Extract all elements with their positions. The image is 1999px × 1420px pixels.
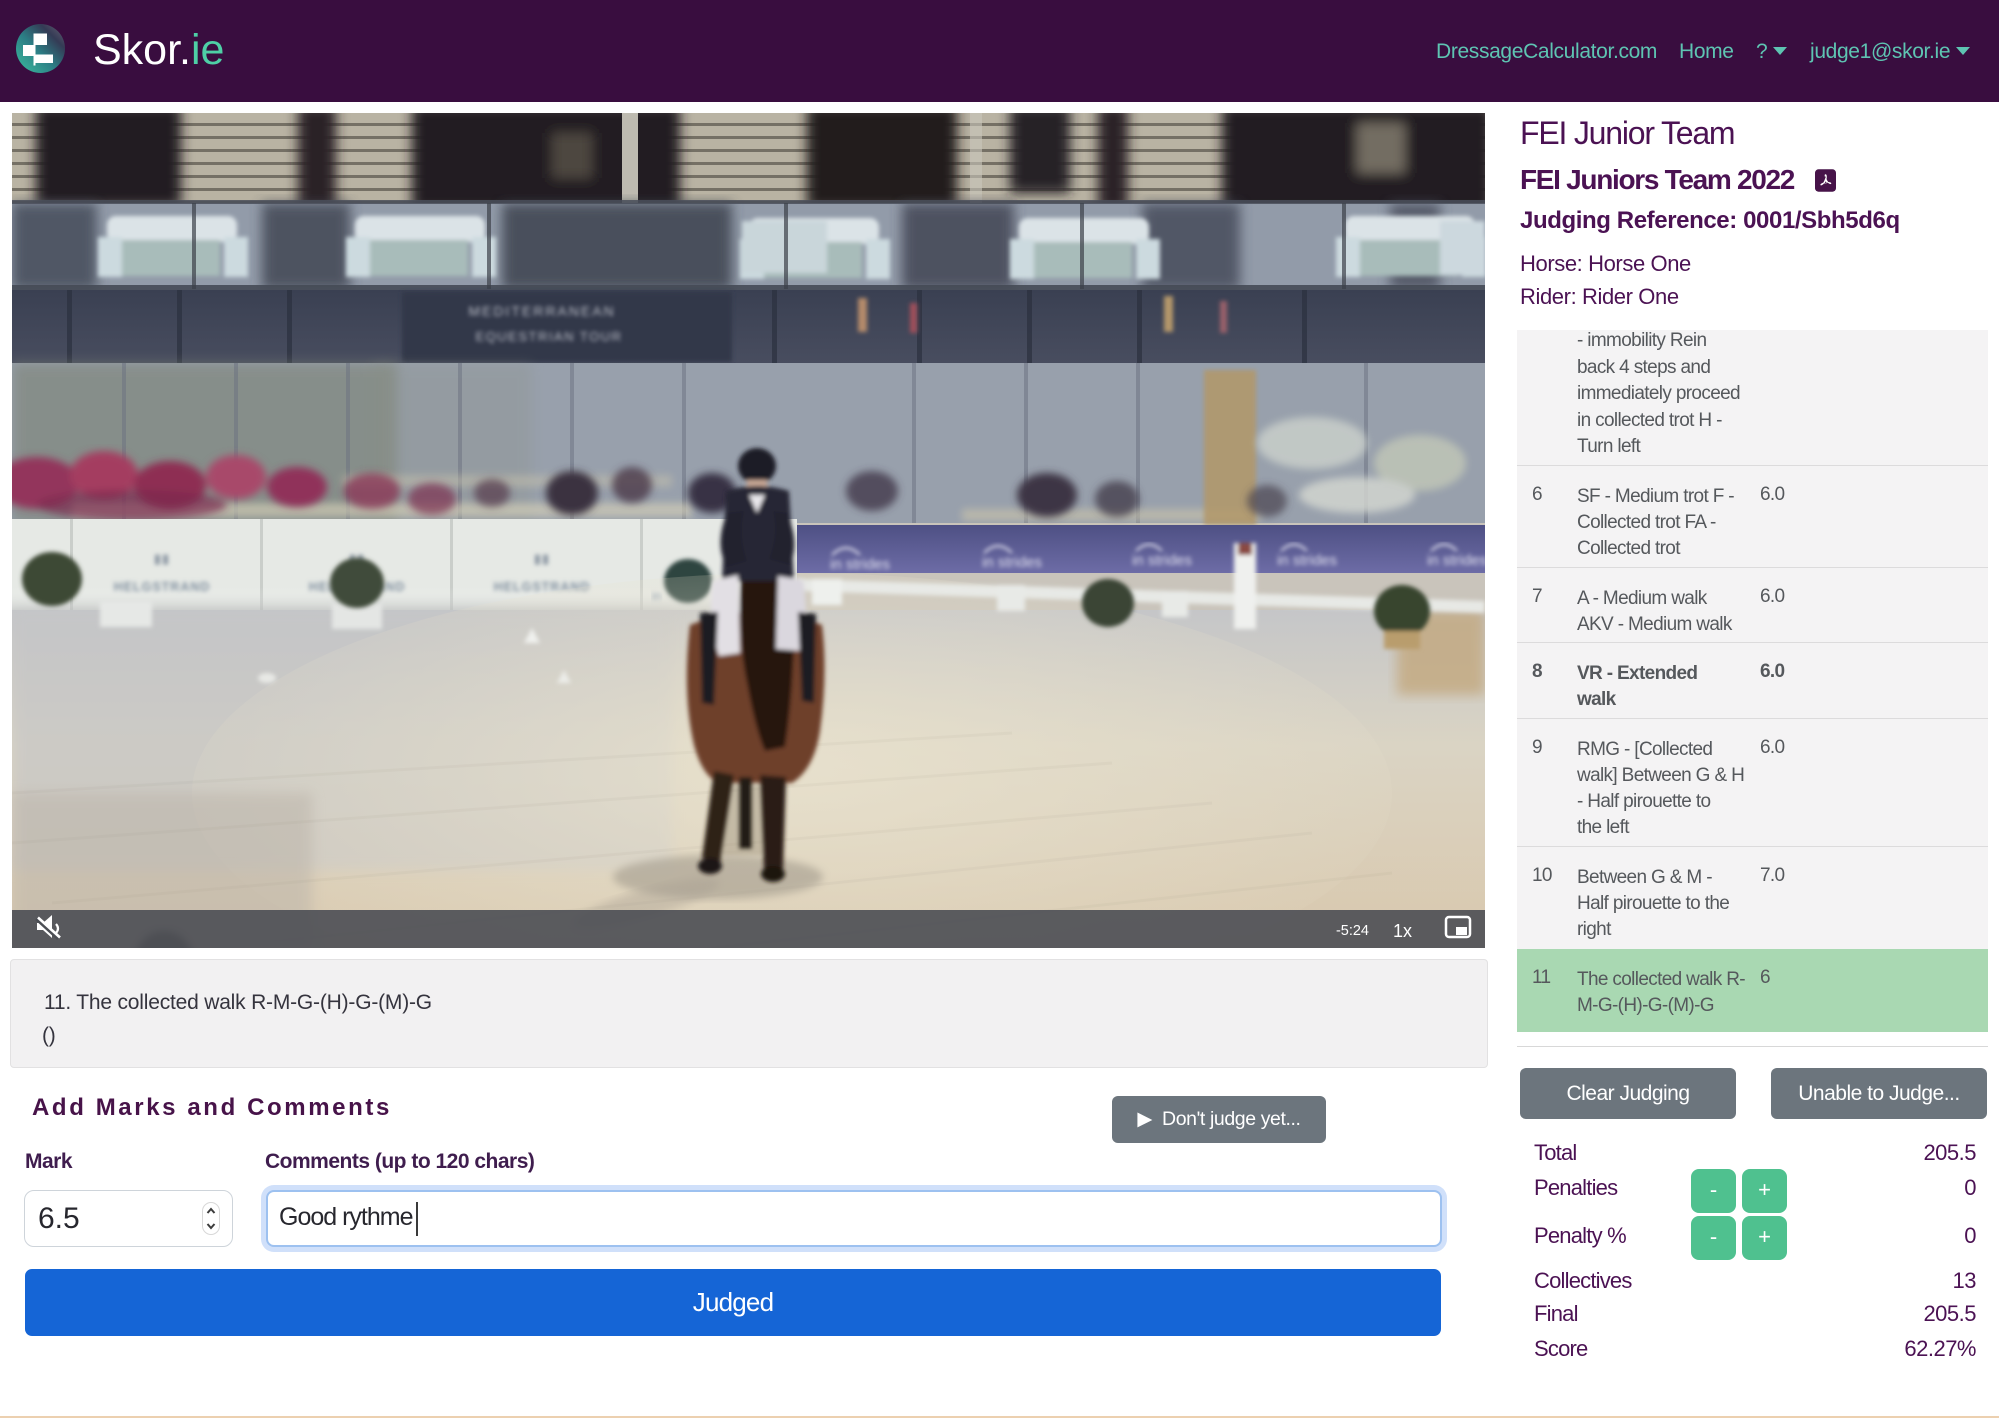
svg-text:in strides: in strides [830, 556, 890, 573]
svg-text:in strides: in strides [1427, 552, 1485, 569]
svg-text:-5:24: -5:24 [1336, 923, 1369, 939]
svg-text:▮▮: ▮▮ [154, 551, 170, 566]
svg-text:EQUESTRIAN TOUR: EQUESTRIAN TOUR [476, 329, 623, 344]
svg-text:in strides: in strides [1277, 552, 1337, 569]
svg-text:1x: 1x [1393, 921, 1412, 941]
svg-text:HELGSTRAND: HELGSTRAND [114, 580, 211, 594]
svg-text:MEDITERRANEAN: MEDITERRANEAN [468, 303, 615, 319]
svg-text:in strides: in strides [982, 554, 1042, 571]
svg-text:▮▮: ▮▮ [534, 551, 550, 566]
svg-text:in strides: in strides [1132, 552, 1192, 569]
